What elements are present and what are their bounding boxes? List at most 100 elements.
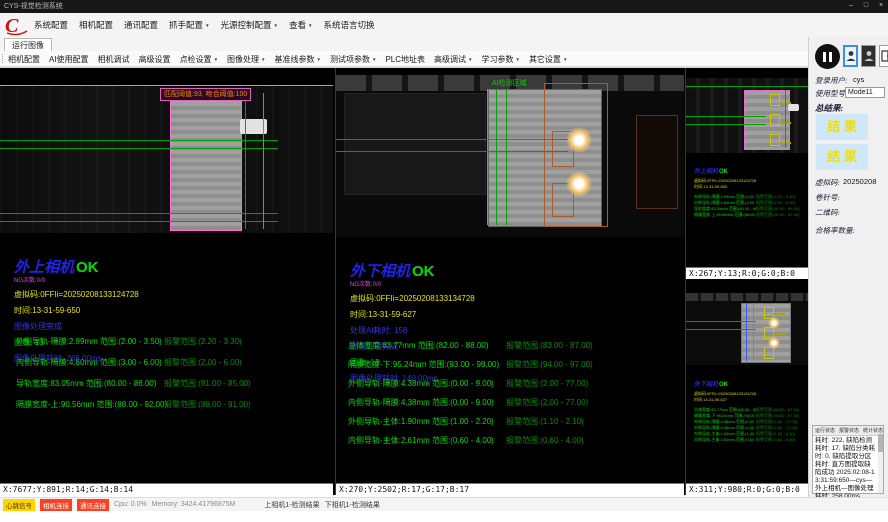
measure-row: 内侧导轨-隔膜:4.60mm 范围:(3.00 - 6.00)报警范围:(2.0…	[16, 357, 251, 368]
tool-ai-usage-config[interactable]: AI使用配置	[49, 54, 89, 65]
tool-other-settings[interactable]: 其它设置	[529, 54, 567, 65]
comm-link-badge: 通讯连接	[77, 499, 109, 511]
ng-note: NG次数:0/0	[14, 275, 139, 284]
menu-bar: C 系统配置 相机配置 通讯配置 抓手配置 光源控制配置 查看 系统语言切换	[0, 13, 888, 38]
measure-line	[0, 221, 278, 222]
minimize-icon[interactable]: –	[844, 0, 858, 13]
close-icon[interactable]: ×	[874, 0, 888, 13]
tool-image-processing[interactable]: 图像处理	[227, 54, 265, 65]
app-window: CYS-视觉检测系统 – □ × C 系统配置 相机配置 通讯配置 抓手配置 光…	[0, 0, 888, 522]
tool-camera-debug[interactable]: 相机调试	[98, 54, 130, 65]
measure-row: 外侧导轨-隔膜:2.99mm 范围:(2.00 - 3.50)报警范围:(2.2…	[16, 336, 251, 347]
log-tab-run[interactable]: 运行状态	[815, 427, 835, 434]
menu-view[interactable]: 查看	[289, 19, 312, 31]
upper-measurements: 外侧导轨-隔膜:2.99mm 范围:(2.00 - 3.50)报警范围:(2.2…	[16, 336, 251, 410]
camera-switch-button[interactable]	[861, 45, 876, 67]
measure-line	[496, 89, 497, 225]
edge-line	[487, 89, 488, 225]
barcode-text: 虚拟码:0FFIi=20250208133134728	[350, 293, 475, 304]
tool-spot-check[interactable]: 点检设置	[180, 54, 218, 65]
login-user-label: 登录用户:	[815, 75, 848, 86]
measure-row: 内侧导轨-主体:2.61mm 范围:(0.60 - 4.00)报警范围:(0.6…	[348, 435, 593, 446]
lower-camera-result-link[interactable]: 下相机1-检测结果	[325, 500, 380, 510]
status-log-text: 耗时: 222, 缺陷检测耗时: 17, 缺陷分类耗时: 0, 缺陷提取分区耗时…	[813, 436, 883, 502]
result-ok: OK	[76, 259, 99, 276]
highlight-glow	[566, 127, 592, 153]
menu-items: 系统配置 相机配置 通讯配置 抓手配置 光源控制配置 查看 系统语言切换	[34, 19, 375, 31]
thumbnail-upper[interactable]: 外上相机OK 虚拟码:0FFIi=20250208133124728 时间:13…	[686, 68, 809, 279]
highlight-glow	[566, 171, 592, 197]
person-icon	[846, 50, 856, 62]
toolbar-items: 相机配置 AI使用配置 相机调试 高级设置 点检设置 图像处理 基准线参数 测试…	[8, 54, 567, 65]
status-log-tabs: 运行状态 报警状态 统计状态	[813, 426, 883, 436]
heartbeat-badge: 心跳信号	[3, 499, 35, 511]
measure-row: 内侧导轨-隔膜:4.38mm 范围:(0.00 - 9.00)报警范围:(2.0…	[348, 397, 593, 408]
app-logo-icon: C	[3, 14, 29, 36]
yield-label: 合格率数量:	[815, 225, 855, 236]
lower-camera-image: AI检测区域	[336, 75, 684, 237]
measure-line	[0, 148, 278, 149]
toolbar-grip[interactable]	[2, 54, 6, 63]
edge-line	[245, 101, 246, 229]
menu-language-switch[interactable]: 系统语言切换	[324, 19, 375, 31]
log-tab-alarm[interactable]: 报警状态	[839, 427, 859, 434]
result-box-1: 结 果	[816, 114, 868, 140]
user-camera-button[interactable]	[843, 45, 858, 67]
tab-run-image[interactable]: 运行图像	[4, 38, 52, 52]
thumbnail-upper-text: 外上相机OK 虚拟码:0FFIi=20250208133124728 时间:13…	[694, 160, 799, 218]
machine-block	[344, 93, 486, 195]
menu-gripper-config[interactable]: 抓手配置	[169, 19, 209, 31]
tool-advanced-settings[interactable]: 高级设置	[139, 54, 171, 65]
measure-line	[0, 140, 278, 141]
tool-baseline-params[interactable]: 基准线参数	[275, 54, 321, 65]
process-done-text: 图像处理完成	[14, 321, 139, 332]
log-tab-stats[interactable]: 统计状态	[863, 427, 883, 434]
menu-comm-config[interactable]: 通讯配置	[124, 19, 158, 31]
edge-line	[263, 93, 264, 229]
tool-plc-address-table[interactable]: PLC地址表	[385, 54, 425, 65]
measure-row: 导轨宽度:83.05mm 范围:(80.00 - 86.00)报警范围:(81.…	[16, 378, 251, 389]
barcode-text: 虚拟码:0FFIi=20250208133124728	[14, 289, 139, 300]
measure-row: 总体宽度:83.77mm 范围:(82.00 - 88.00)报警范围:(83.…	[348, 340, 593, 351]
maximize-icon[interactable]: □	[859, 0, 873, 13]
title-bar: CYS-视觉检测系统 – □ ×	[0, 0, 888, 13]
camera-view-lower: AI检测区域 外下相机OK NG次数:0/0 虚拟码:0FFIi=2025020…	[335, 68, 684, 495]
camera-name: 外上相机	[14, 259, 74, 276]
model-input[interactable]: Mode11	[845, 87, 885, 98]
match-threshold-label: 匹配阈值:93, 吻合阈值:100	[160, 88, 251, 101]
upper-camera-result-link[interactable]: 上相机1-检测结果	[264, 500, 319, 510]
menu-light-control-config[interactable]: 光源控制配置	[221, 19, 278, 31]
total-result-label: 总结果:	[815, 102, 843, 114]
memory-usage: Memory: 3424.41796875M	[152, 501, 236, 508]
measure-line	[336, 151, 568, 152]
tool-camera-config[interactable]: 相机配置	[8, 54, 40, 65]
pause-button[interactable]	[815, 44, 840, 69]
exit-door-icon	[881, 50, 888, 62]
login-user-value: cys	[853, 75, 864, 84]
status-bar: 心跳信号 相机连接 通讯连接 Cpu: 0.0% Memory: 3424.41…	[0, 497, 888, 511]
thumbnail-lower[interactable]: 外下相机OK 虚拟码:0FFIi=20250208133134728 时间:13…	[686, 279, 809, 495]
person-icon	[864, 50, 874, 62]
menu-camera-config[interactable]: 相机配置	[79, 19, 113, 31]
measure-row: 外侧导轨-隔膜:4.38mm 范围:(0.00 - 9.00)报警范围:(2.0…	[348, 378, 593, 389]
log-scrollbar[interactable]	[878, 434, 883, 493]
camera-view-upper: 匹配阈值:93, 吻合阈值:100 外上相机OK NG次数:0/0 虚拟码:0F…	[0, 68, 333, 495]
exit-button[interactable]	[879, 45, 888, 67]
ng-note: NG次数:0/0	[350, 279, 475, 288]
tool-test-item-params[interactable]: 测试项参数	[330, 54, 376, 65]
status-log-panel: 运行状态 报警状态 统计状态 耗时: 222, 缺陷检测耗时: 17, 缺陷分类…	[812, 425, 884, 494]
measure-row: 隔膜宽度-上:90.56mm 范围:(88.00 - 92.00)报警范围:(8…	[16, 399, 251, 410]
tab-row: 运行图像	[0, 37, 888, 52]
result-ok: OK	[412, 263, 435, 280]
thumbnail-lower-text: 外下相机OK 虚拟码:0FFIi=20250208133134728 时间:13…	[694, 373, 799, 443]
qr-label: 二维码:	[815, 207, 840, 218]
product-region	[170, 101, 242, 231]
menu-system-config[interactable]: 系统配置	[34, 19, 68, 31]
vcode-label: 虚拟码:	[815, 177, 840, 188]
vcode-value: 20250208	[843, 177, 876, 186]
thumbnail-lower-image	[686, 293, 809, 365]
machine-block	[636, 115, 678, 209]
upper-camera-image: 匹配阈值:93, 吻合阈值:100	[0, 85, 333, 233]
tool-learning-params[interactable]: 学习参数	[481, 54, 519, 65]
tool-advanced-debug[interactable]: 高级调试	[434, 54, 472, 65]
